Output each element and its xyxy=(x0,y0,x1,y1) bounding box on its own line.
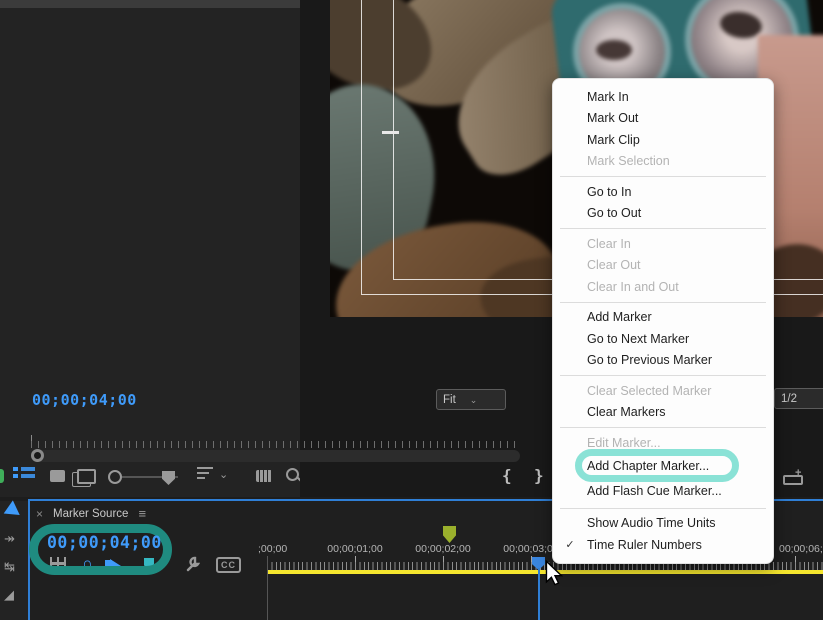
timeline-ruler-label: 00;00;01;00 xyxy=(327,543,382,555)
zoom-slider-handle[interactable] xyxy=(108,470,122,484)
menu-item-go-to-out[interactable]: Go to Out xyxy=(553,203,773,225)
razor-tool-icon[interactable]: ◢ xyxy=(4,587,14,603)
menu-item-label: Clear In xyxy=(587,237,631,251)
monitor-time-ruler[interactable] xyxy=(31,437,521,448)
automate-to-sequence-icon[interactable] xyxy=(256,470,272,482)
menu-item-show-audio-time-units[interactable]: Show Audio Time Units xyxy=(553,513,773,535)
menu-item-label: Add Chapter Marker... xyxy=(587,459,709,473)
menu-item-add-flash-cue-marker[interactable]: Add Flash Cue Marker... xyxy=(553,479,773,504)
menu-item-clear-out: Clear Out xyxy=(553,255,773,277)
checkmark-icon: ✓ xyxy=(553,538,587,551)
source-monitor-timecode[interactable]: 00;00;04;00 xyxy=(32,391,137,409)
menu-separator xyxy=(560,176,766,177)
menu-item-label: Clear Out xyxy=(587,258,641,272)
ripple-edit-tool-icon[interactable]: ↹ xyxy=(4,559,15,575)
panel-menu-icon[interactable]: ≡ xyxy=(138,506,146,521)
menu-item-label: Go to In xyxy=(587,185,631,199)
timeline-timecode[interactable]: 00;00;04;00 xyxy=(47,533,162,552)
menu-item-clear-markers[interactable]: Clear Markers xyxy=(553,402,773,424)
timeline-panel-title[interactable]: Marker Source xyxy=(53,508,128,520)
menu-item-clear-in: Clear In xyxy=(553,233,773,255)
menu-separator xyxy=(560,427,766,428)
safe-margin-center-tick xyxy=(382,131,399,134)
monitor-zoom-scrollbar-handle[interactable] xyxy=(31,449,44,462)
zoom-level-dropdown[interactable]: Fit ⌄ xyxy=(436,389,506,410)
menu-item-mark-in[interactable]: Mark In xyxy=(553,86,773,108)
button-editor-button[interactable]: + xyxy=(783,469,805,486)
menu-separator xyxy=(560,302,766,303)
menu-item-label: Go to Next Marker xyxy=(587,332,689,346)
timeline-panel-header: × Marker Source ≡ xyxy=(36,506,146,521)
menu-separator xyxy=(560,375,766,376)
list-view-icon[interactable] xyxy=(13,467,35,481)
premiere-app-window: ⌄ 00;00;04;00 Fit ⌄ 1/2 xyxy=(0,0,823,620)
chevron-down-icon: ⌄ xyxy=(470,391,478,409)
sort-icon[interactable] xyxy=(197,467,213,482)
menu-separator xyxy=(560,228,766,229)
captions-icon[interactable]: CC xyxy=(216,557,241,573)
menu-item-mark-clip[interactable]: Mark Clip xyxy=(553,129,773,151)
menu-item-edit-marker: Edit Marker... xyxy=(553,432,773,454)
context-menu: Mark In Mark Out Mark Clip Mark Selection Go… xyxy=(552,78,774,564)
menu-item-clear-selected-marker: Clear Selected Marker xyxy=(553,380,773,402)
menu-item-label: Show Audio Time Units xyxy=(587,516,716,530)
menu-item-go-to-next-marker[interactable]: Go to Next Marker xyxy=(553,328,773,350)
menu-item-label: Go to Out xyxy=(587,206,641,220)
menu-item-add-chapter-marker[interactable]: Add Chapter Marker... xyxy=(553,454,773,479)
menu-item-label: Go to Previous Marker xyxy=(587,353,712,367)
timeline-ruler-label: 00;00;06;00 xyxy=(779,543,823,555)
timeline-settings-wrench-icon[interactable] xyxy=(184,556,200,572)
menu-item-clear-in-and-out: Clear In and Out xyxy=(553,276,773,298)
menu-item-label: Time Ruler Numbers xyxy=(587,538,702,552)
menu-item-label: Add Marker xyxy=(587,310,652,324)
menu-separator xyxy=(560,508,766,509)
monitor-zoom-scrollbar[interactable] xyxy=(31,450,520,462)
zoom-level-value: Fit xyxy=(443,391,456,409)
timeline-tools-panel: ↠ ↹ ◢ xyxy=(0,501,28,620)
close-panel-icon[interactable]: × xyxy=(36,507,43,521)
project-panel-tab-strip xyxy=(0,0,300,8)
menu-item-label: Mark Clip xyxy=(587,133,640,147)
chevron-down-icon[interactable]: ⌄ xyxy=(219,468,228,481)
menu-item-mark-selection: Mark Selection xyxy=(553,151,773,173)
selection-tool-icon[interactable] xyxy=(4,500,25,521)
project-readout-icon xyxy=(0,469,4,483)
mark-out-button[interactable]: } xyxy=(534,466,544,485)
menu-item-go-to-previous-marker[interactable]: Go to Previous Marker xyxy=(553,350,773,372)
playback-resolution-value: 1/2 xyxy=(781,390,797,408)
menu-item-add-marker[interactable]: Add Marker xyxy=(553,307,773,329)
playback-resolution-dropdown[interactable]: 1/2 xyxy=(774,388,823,409)
menu-item-label: Clear Markers xyxy=(587,405,666,419)
menu-item-label: Mark Selection xyxy=(587,154,670,168)
menu-item-label: Clear In and Out xyxy=(587,280,679,294)
menu-item-label: Add Flash Cue Marker... xyxy=(587,484,722,498)
menu-item-mark-out[interactable]: Mark Out xyxy=(553,108,773,130)
menu-item-label: Edit Marker... xyxy=(587,436,661,450)
freeform-view-icon[interactable] xyxy=(77,469,96,484)
menu-item-time-ruler-numbers[interactable]: ✓Time Ruler Numbers xyxy=(553,534,773,556)
playhead-line xyxy=(538,568,540,620)
menu-item-go-to-in[interactable]: Go to In xyxy=(553,181,773,203)
project-panel-toolbar: ⌄ xyxy=(0,457,300,497)
timeline-ruler-label: 00;00;03;00 xyxy=(503,543,558,555)
mouse-cursor xyxy=(543,560,565,586)
project-panel: ⌄ xyxy=(0,8,300,497)
track-select-tool-icon[interactable]: ↠ xyxy=(4,531,15,547)
mark-in-button[interactable]: { xyxy=(502,466,512,485)
menu-item-label: Mark In xyxy=(587,90,629,104)
icon-view-icon[interactable] xyxy=(50,470,65,482)
menu-item-label: Mark Out xyxy=(587,111,638,125)
sequence-start-line xyxy=(267,556,268,620)
menu-item-label: Clear Selected Marker xyxy=(587,384,711,398)
timeline-ruler-label: ;00;00 xyxy=(258,543,287,555)
timeline-ruler-label: 00;00;02;00 xyxy=(415,543,470,555)
